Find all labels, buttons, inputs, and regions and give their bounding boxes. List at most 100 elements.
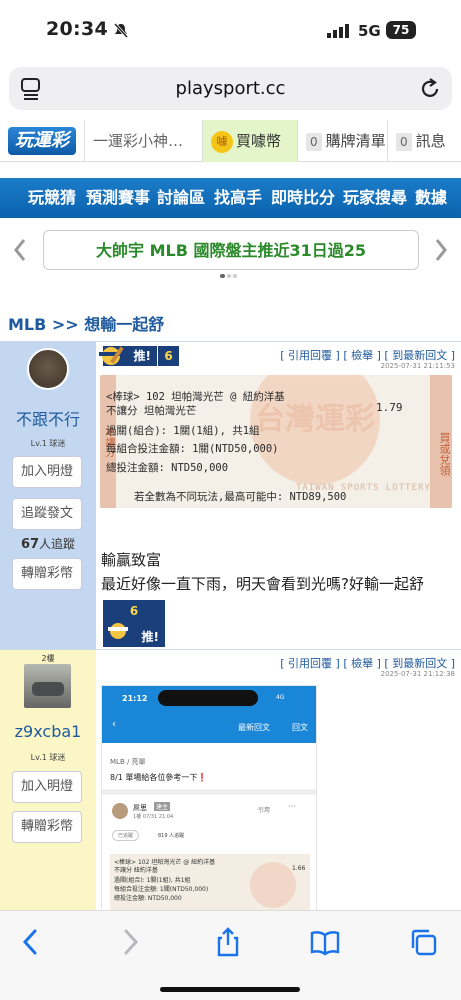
network-type: 5G bbox=[358, 22, 381, 40]
status-bar: 20:34 5G 75 bbox=[0, 0, 461, 62]
browser-toolbar bbox=[0, 910, 461, 1000]
nav-forum[interactable]: 討論區 bbox=[157, 178, 205, 218]
nav-live-score[interactable]: 即時比分 bbox=[271, 178, 335, 218]
messages-link[interactable]: 0 訊息 bbox=[387, 120, 461, 162]
shot-ticket-5: 總投注金額: NTD50,000 bbox=[114, 895, 182, 902]
baseball-mascot-icon bbox=[99, 346, 124, 365]
push-button[interactable]: 6 推! bbox=[103, 600, 165, 647]
home-indicator bbox=[160, 987, 300, 992]
lottery-ticket-image[interactable]: 不讓分 買或兌領 台灣運彩 <棒球> 102 坦帕灣光芒 @ 紐約洋基 不讓分 … bbox=[100, 375, 452, 508]
ticket-list-link[interactable]: 0 購牌清單 bbox=[297, 120, 387, 162]
shot-crumb: MLB / 亮單 bbox=[110, 758, 146, 766]
shot-time: 21:12 bbox=[122, 694, 148, 703]
ticket-line-5: 總投注金額: NTD50,000 bbox=[106, 462, 229, 474]
ticket-line-6: 若全數為不同玩法,最高可能中: NTD89,500 bbox=[134, 491, 347, 503]
ticket-list-label: 購牌清單 bbox=[325, 132, 386, 150]
nav-predict[interactable]: 預測賽事 bbox=[86, 178, 150, 218]
messages-label: 訊息 bbox=[415, 132, 446, 150]
chevron-right-icon[interactable] bbox=[433, 238, 449, 262]
shot-user: 屌思 bbox=[133, 804, 147, 812]
push-box-label: 推! bbox=[141, 630, 159, 644]
user-level: Lv.1 球迷 bbox=[30, 439, 66, 448]
track-posts-button[interactable]: 追蹤發文 bbox=[12, 498, 82, 530]
bookmarks-icon[interactable] bbox=[310, 927, 340, 957]
baseball-mascot-icon bbox=[108, 623, 128, 639]
author-sidebar: 不跟不行 Lv.1 球迷 加入明燈 追蹤發文 67人追蹤 轉贈彩幣 bbox=[0, 342, 96, 649]
ticket-line-3: 過關(組合): 1關(1組), 共1組 bbox=[106, 425, 260, 437]
back-icon[interactable] bbox=[16, 927, 46, 957]
post-1: 不跟不行 Lv.1 球迷 加入明燈 追蹤發文 67人追蹤 轉贈彩幣 推! 6 [… bbox=[0, 341, 461, 649]
push-box-count: 6 bbox=[129, 604, 139, 618]
avatar[interactable] bbox=[27, 348, 69, 390]
battery-icon: 75 bbox=[386, 21, 416, 39]
buy-coin-label: 買噱幣 bbox=[236, 132, 282, 150]
post-timestamp: 2025-07-31 21:12:38 bbox=[380, 670, 455, 678]
push-count: 6 bbox=[157, 346, 179, 366]
silent-bell-icon bbox=[113, 22, 129, 38]
user-level: Lv.1 球迷 bbox=[30, 753, 66, 762]
floor-number: 2樓 bbox=[41, 654, 55, 663]
promo-banner[interactable]: 大帥宇 MLB 國際盤主推近31日過25 bbox=[43, 230, 419, 270]
push-badge[interactable]: 推! 6 bbox=[99, 346, 181, 366]
ticket-line-2: 不讓分 坦帕灣光芒 bbox=[106, 405, 197, 417]
shot-net: 4G bbox=[276, 694, 285, 701]
shot-ticket-2: 不讓分 紐約洋基 bbox=[114, 867, 158, 874]
follower-count: 67人追蹤 bbox=[20, 537, 76, 552]
add-beacon-button[interactable]: 加入明燈 bbox=[12, 771, 82, 803]
site-top-nav: 玩運彩 一運彩小神… 噱買噱幣 0 購牌清單 0 訊息 bbox=[0, 120, 461, 162]
avatar[interactable] bbox=[24, 664, 71, 708]
breadcrumb: MLB >> 想輸一起舒 bbox=[8, 315, 165, 334]
signal-icon bbox=[327, 24, 349, 38]
coin-icon: 噱 bbox=[211, 130, 233, 153]
reload-icon[interactable] bbox=[419, 78, 441, 100]
embedded-screenshot[interactable]: 21:12 4G ‹ 最新回文 回文 MLB / 亮單 8/1 單場給各位參考一… bbox=[101, 685, 317, 912]
username[interactable]: 不跟不行 bbox=[0, 406, 96, 430]
shot-more-icon: ··· bbox=[288, 802, 296, 811]
address-bar[interactable]: playsport.cc bbox=[9, 67, 452, 110]
shot-header-left: 最新回文 bbox=[238, 723, 270, 732]
main-nav: 玩競猜 預測賽事 討論區 找高手 即時比分 玩家搜尋 數據 bbox=[0, 178, 461, 218]
shot-ticket: <棒球> 102 坦帕灣光芒 @ 紐約洋基 不讓分 紐約洋基 1.66 過關(組… bbox=[110, 854, 310, 911]
shot-header-right: 回文 bbox=[292, 723, 308, 732]
shot-verified: 已追蹤 bbox=[112, 830, 140, 841]
shot-back-icon: ‹ bbox=[112, 719, 116, 730]
post-actions[interactable]: [ 引用回覆 ] [ 檢舉 ] [ 到最新回文 ] bbox=[280, 655, 455, 671]
url-text[interactable]: playsport.cc bbox=[9, 78, 452, 99]
nav-experts[interactable]: 找高手 bbox=[214, 178, 262, 218]
shot-title: 8/1 單場給各位參考一下❗ bbox=[110, 773, 208, 782]
shot-ticket-odds: 1.66 bbox=[292, 865, 306, 872]
chevron-left-icon[interactable] bbox=[12, 238, 28, 262]
shot-header: 21:12 4G ‹ 最新回文 回文 bbox=[102, 686, 316, 743]
author-sidebar: 2樓 z9xcba1 Lv.1 球迷 加入明燈 轉贈彩幣 bbox=[0, 650, 96, 911]
ticket-line-1: <棒球> 102 坦帕灣光芒 @ 紐約洋基 bbox=[106, 391, 285, 403]
username[interactable]: z9xcba1 bbox=[0, 722, 96, 741]
message-count: 0 bbox=[396, 133, 412, 151]
site-logo[interactable]: 玩運彩 bbox=[8, 127, 76, 155]
shot-ticket-3: 過關(組合): 1關(1組), 共1組 bbox=[114, 877, 191, 884]
ticket-count: 0 bbox=[306, 133, 322, 151]
gift-coin-button[interactable]: 轉贈彩幣 bbox=[12, 558, 82, 590]
search-box[interactable]: 一運彩小神… bbox=[84, 120, 202, 162]
shot-floor-time: 1樓 07/31 21:04 bbox=[133, 814, 174, 820]
post-text-2: 最近好像一直下雨，明天會看到光嗎?好輸一起舒 bbox=[101, 575, 424, 593]
share-icon[interactable] bbox=[213, 927, 243, 957]
carousel-dots bbox=[220, 274, 242, 278]
forward-icon[interactable] bbox=[115, 927, 145, 957]
post-actions[interactable]: [ 引用回覆 ] [ 檢舉 ] [ 到最新回文 ] bbox=[280, 347, 455, 363]
shot-quote: 引用 bbox=[258, 807, 271, 814]
post-text-1: 輸贏致富 bbox=[101, 551, 162, 569]
clock: 20:34 bbox=[46, 18, 108, 40]
tabs-icon[interactable] bbox=[408, 927, 438, 957]
shot-follows: 819 人追蹤 bbox=[158, 833, 185, 839]
ticket-line-4: 每組合投注金額: 1關(NTD50,000) bbox=[106, 443, 279, 455]
ticket-odds: 1.79 bbox=[376, 401, 403, 414]
shot-avatar bbox=[112, 803, 128, 819]
add-beacon-button[interactable]: 加入明燈 bbox=[12, 456, 82, 488]
nav-player-search[interactable]: 玩家搜尋 bbox=[343, 178, 407, 218]
nav-guess[interactable]: 玩競猜 bbox=[28, 178, 76, 218]
shot-badge: 達主 bbox=[154, 802, 171, 811]
nav-data[interactable]: 數據 bbox=[415, 178, 447, 218]
gift-coin-button[interactable]: 轉贈彩幣 bbox=[12, 811, 82, 843]
buy-coin-button[interactable]: 噱買噱幣 bbox=[202, 120, 297, 162]
search-text: 一運彩小神… bbox=[93, 132, 184, 150]
